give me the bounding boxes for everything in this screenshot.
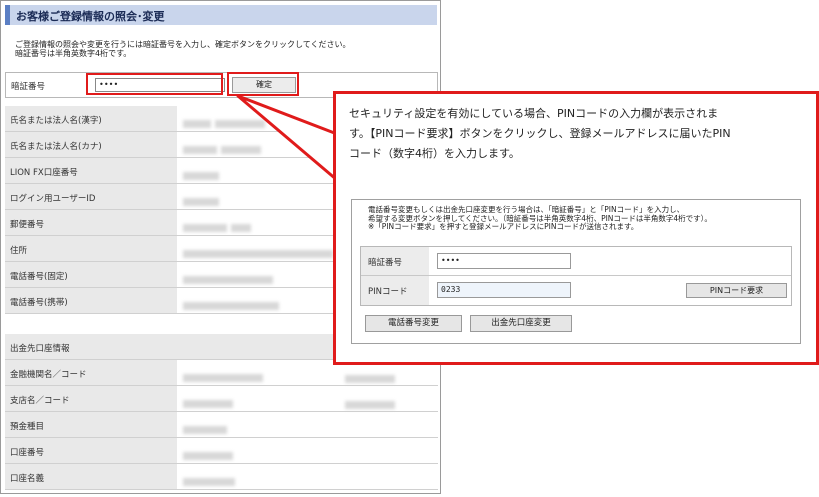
blurred-value [183, 445, 333, 460]
pin-password-input[interactable]: •••• [437, 253, 571, 269]
intro-line-1: ご登録情報の照会や変更を行うには暗証番号を入力し、確定ボタンをクリックしてくださ… [15, 40, 351, 49]
bank-section-heading: 出金先口座情報 [10, 344, 70, 354]
callout-box: セキュリティ設定を有効にしている場合、PINコードの入力欄が表示されま す。【P… [333, 91, 819, 365]
intro-line-2: 暗証番号は半角英数字4桁です。 [15, 49, 132, 58]
field-label: 口座番号 [10, 448, 45, 458]
field-label: 氏名または法人名(漢字) [10, 116, 102, 126]
blurred-value [183, 165, 333, 180]
field-label: 金融機関名／コード [10, 370, 87, 380]
field-label: LION FX口座番号 [10, 168, 78, 178]
callout-text: セキュリティ設定を有効にしている場合、PINコードの入力欄が表示されま す。【P… [349, 104, 809, 164]
table-row: 口座名義 [5, 464, 438, 490]
table-row: 支店名／コード [5, 386, 438, 412]
blurred-value [183, 217, 333, 232]
intro-text: ご登録情報の照会や変更を行うには暗証番号を入力し、確定ボタンをクリックしてくださ… [15, 40, 435, 58]
table-row: 口座番号 [5, 438, 438, 464]
blurred-value [183, 191, 333, 206]
phone-change-button[interactable]: 電話番号変更 [365, 315, 462, 332]
pin-password-label: 暗証番号 [368, 258, 403, 268]
page-title: お客様ご登録情報の照会･変更 [16, 10, 165, 23]
field-label: 預金種目 [10, 422, 45, 432]
blurred-code [345, 394, 405, 409]
blurred-value [183, 139, 333, 154]
page-title-bar: お客様ご登録情報の照会･変更 [5, 5, 437, 25]
field-label: 口座名義 [10, 474, 45, 484]
pin-form-panel: 電話番号変更もしくは出金先口座変更を行う場合は、「暗証番号」と「PINコード」を… [351, 199, 801, 344]
blurred-value [183, 243, 333, 258]
blurred-value [183, 295, 333, 310]
field-label: ログイン用ユーザーID [10, 194, 96, 204]
pin-notice-line-3: ※「PINコード要求」を押すと登録メールアドレスにPINコードが送信されます。 [368, 222, 639, 231]
blurred-value [183, 269, 333, 284]
pin-code-label: PINコード [368, 287, 408, 297]
password-highlight-box [86, 73, 223, 95]
table-row: 預金種目 [5, 412, 438, 438]
pin-password-row: 暗証番号 •••• [361, 247, 791, 276]
blurred-value [183, 419, 333, 434]
pin-form-table: 暗証番号 •••• PINコード 0233 PINコード要求 [360, 246, 792, 306]
bank-change-button[interactable]: 出金先口座変更 [470, 315, 572, 332]
field-label: 支店名／コード [10, 396, 70, 406]
blurred-value [183, 393, 333, 408]
field-label: 氏名または法人名(カナ) [10, 142, 102, 152]
blurred-value [183, 367, 333, 382]
field-label: 電話番号(固定) [10, 272, 68, 282]
callout-line-2: す。【PINコード要求】ボタンをクリックし、登録メールアドレスに届いたPIN [349, 127, 731, 140]
blurred-value [183, 113, 333, 128]
pin-notice: 電話番号変更もしくは出金先口座変更を行う場合は、「暗証番号」と「PINコード」を… [368, 205, 798, 232]
blurred-value [183, 471, 333, 486]
confirm-highlight-box [227, 72, 299, 96]
blurred-code [345, 368, 405, 383]
password-label: 暗証番号 [11, 82, 46, 92]
callout-line-3: コード（数字4桁）を入力します。 [349, 147, 520, 160]
field-label: 住所 [10, 246, 28, 256]
pin-request-button[interactable]: PINコード要求 [686, 283, 787, 298]
pin-code-input[interactable]: 0233 [437, 282, 571, 298]
field-label: 郵便番号 [10, 220, 45, 230]
callout-line-1: セキュリティ設定を有効にしている場合、PINコードの入力欄が表示されま [349, 107, 719, 120]
pin-code-row: PINコード 0233 PINコード要求 [361, 276, 791, 305]
field-label: 電話番号(携帯) [10, 298, 68, 308]
